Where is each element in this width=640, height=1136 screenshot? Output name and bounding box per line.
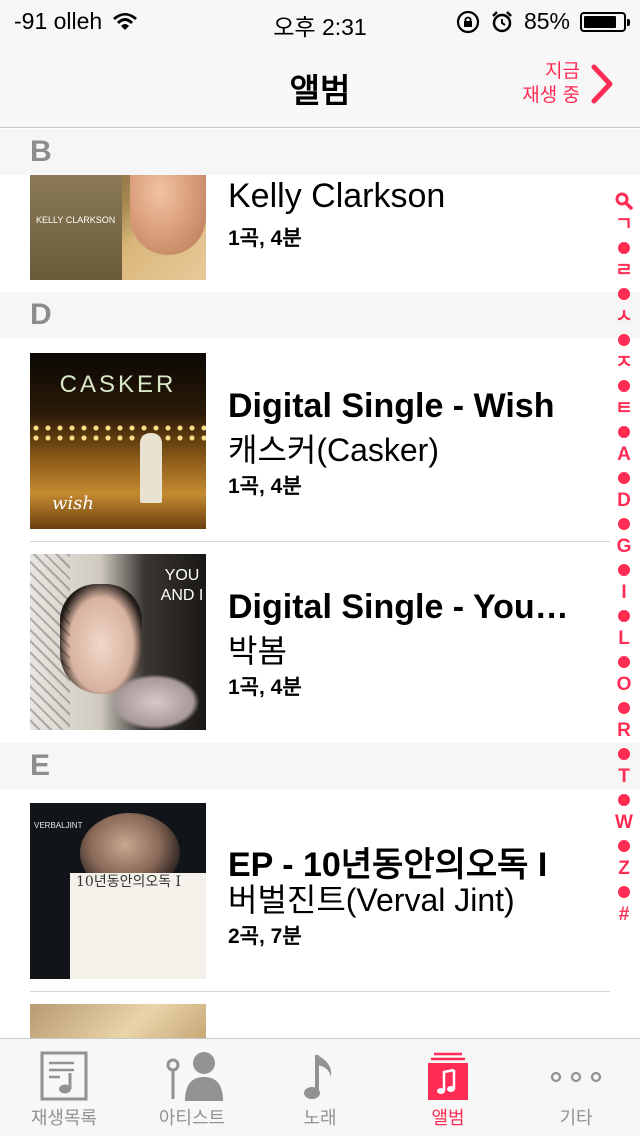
index-letter[interactable]: L <box>606 628 640 650</box>
tab-label: 노래 <box>303 1108 337 1128</box>
tab-label: 앨범 <box>431 1108 465 1128</box>
index-letter[interactable]: W <box>606 812 640 834</box>
album-meta: 1곡, 4분 <box>228 676 302 699</box>
album-icon <box>428 1052 468 1100</box>
index-letter[interactable]: Z <box>606 858 640 880</box>
battery-icon <box>580 11 630 32</box>
battery-fill <box>584 15 616 28</box>
index-letter[interactable]: R <box>606 720 640 742</box>
index-dot <box>618 564 630 576</box>
status-right-group: 85% <box>456 8 630 35</box>
index-dot <box>618 472 630 484</box>
album-artist: 박봄 <box>228 633 287 669</box>
index-dot <box>618 794 630 806</box>
cover-sub-text: wish <box>52 493 94 514</box>
tab-label: 재생목록 <box>30 1108 98 1128</box>
album-row[interactable]: KELLY CLARKSON Kelly Clarkson 1곡, 4분 <box>0 175 610 280</box>
tab-bar: 재생목록 아티스트 노래 앨범 기타 <box>0 1038 640 1136</box>
index-dot <box>618 380 630 392</box>
index-letter[interactable]: A <box>606 444 640 466</box>
status-bar: -91 olleh 오후 2:31 85% <box>0 0 640 40</box>
index-dot <box>618 840 630 852</box>
index-letter[interactable]: ㅈ <box>606 352 640 374</box>
now-playing-line1: 지금 <box>545 61 580 82</box>
album-cover <box>30 1004 206 1038</box>
album-title: Kelly Clarkson <box>228 177 446 215</box>
section-header-b: B <box>0 129 640 175</box>
index-letter[interactable]: ㅌ <box>606 398 640 420</box>
alarm-icon <box>492 10 512 32</box>
album-cover: KELLY CLARKSON <box>30 175 206 280</box>
section-header-d: D <box>0 292 640 338</box>
now-playing-line2: 재생 중 <box>522 85 580 106</box>
album-row[interactable]: YOU AND I Digital Single - You… 박봄 1곡, 4… <box>0 554 610 730</box>
now-playing-button[interactable]: 지금 재생 중 <box>522 60 614 108</box>
tab-label: 기타 <box>559 1108 593 1128</box>
index-dot <box>618 748 630 760</box>
index-letter[interactable]: # <box>606 904 640 926</box>
playlist-icon <box>40 1051 88 1101</box>
section-index-bar[interactable]: ㄱㄹㅅㅈㅌ A D G I L O R T W Z # <box>606 192 640 926</box>
index-dot <box>618 702 630 714</box>
album-artist: 캐스커(Casker) <box>228 432 439 468</box>
index-dot <box>618 242 630 254</box>
cover-text: KELLY CLARKSON <box>36 215 116 225</box>
album-row[interactable]: CASKER wish Digital Single - Wish 캐스커(Ca… <box>0 353 610 529</box>
index-letter[interactable]: G <box>606 536 640 558</box>
top-bar: -91 olleh 오후 2:31 85% 앨범 지금 재생 중 <box>0 0 640 128</box>
artist-icon <box>166 1052 223 1101</box>
tab-more[interactable]: 기타 <box>512 1039 640 1136</box>
album-meta: 2곡, 7분 <box>228 925 302 948</box>
cover-brand: VERBALJINT <box>34 821 83 830</box>
index-dot <box>618 656 630 668</box>
cover-text: YOU AND I <box>160 567 204 604</box>
index-dot <box>618 518 630 530</box>
tab-songs[interactable]: 노래 <box>256 1039 384 1136</box>
row-divider <box>30 541 610 542</box>
tab-playlists[interactable]: 재생목록 <box>0 1039 128 1136</box>
index-dot <box>618 610 630 622</box>
index-dot <box>618 334 630 346</box>
chevron-right-icon <box>591 64 613 104</box>
index-dot <box>618 886 630 898</box>
album-row[interactable]: VERBALJINT 10년동안의오독 I EP - 10년동안의오독 I 버벌… <box>0 803 610 979</box>
album-cover: CASKER wish <box>30 353 206 529</box>
album-cover: VERBALJINT 10년동안의오독 I <box>30 803 206 979</box>
album-artist: 버벌진트(Verval Jint) <box>228 882 515 918</box>
cover-text: CASKER <box>59 371 177 398</box>
album-title: Digital Single - You… <box>228 588 569 626</box>
album-cover: YOU AND I <box>30 554 206 730</box>
index-letter[interactable]: ㄹ <box>606 260 640 282</box>
index-letter[interactable]: T <box>606 766 640 788</box>
rotation-lock-icon <box>456 10 480 33</box>
tab-albums[interactable]: 앨범 <box>384 1039 512 1136</box>
battery-percent: 85% <box>523 8 570 34</box>
album-title: Digital Single - Wish <box>228 387 555 425</box>
index-letter[interactable]: ㅅ <box>606 306 640 328</box>
index-dot <box>618 426 630 438</box>
now-playing-label: 지금 재생 중 <box>522 60 580 108</box>
index-letter[interactable]: D <box>606 490 640 512</box>
index-letter[interactable]: I <box>606 582 640 604</box>
album-meta: 1곡, 4분 <box>228 475 302 498</box>
section-header-e: E <box>0 743 640 789</box>
tab-artists[interactable]: 아티스트 <box>128 1039 256 1136</box>
music-note-icon <box>304 1055 332 1099</box>
more-icon <box>550 1071 602 1083</box>
index-dot <box>618 288 630 300</box>
index-letter[interactable]: ㄱ <box>606 214 640 236</box>
cover-text: 10년동안의오독 I <box>76 874 182 890</box>
index-letter[interactable]: O <box>606 674 640 696</box>
album-row[interactable] <box>0 1004 610 1038</box>
tab-label: 아티스트 <box>158 1108 226 1128</box>
row-divider <box>30 991 610 992</box>
album-meta: 1곡, 4분 <box>228 227 302 250</box>
index-search-icon[interactable] <box>606 192 640 214</box>
